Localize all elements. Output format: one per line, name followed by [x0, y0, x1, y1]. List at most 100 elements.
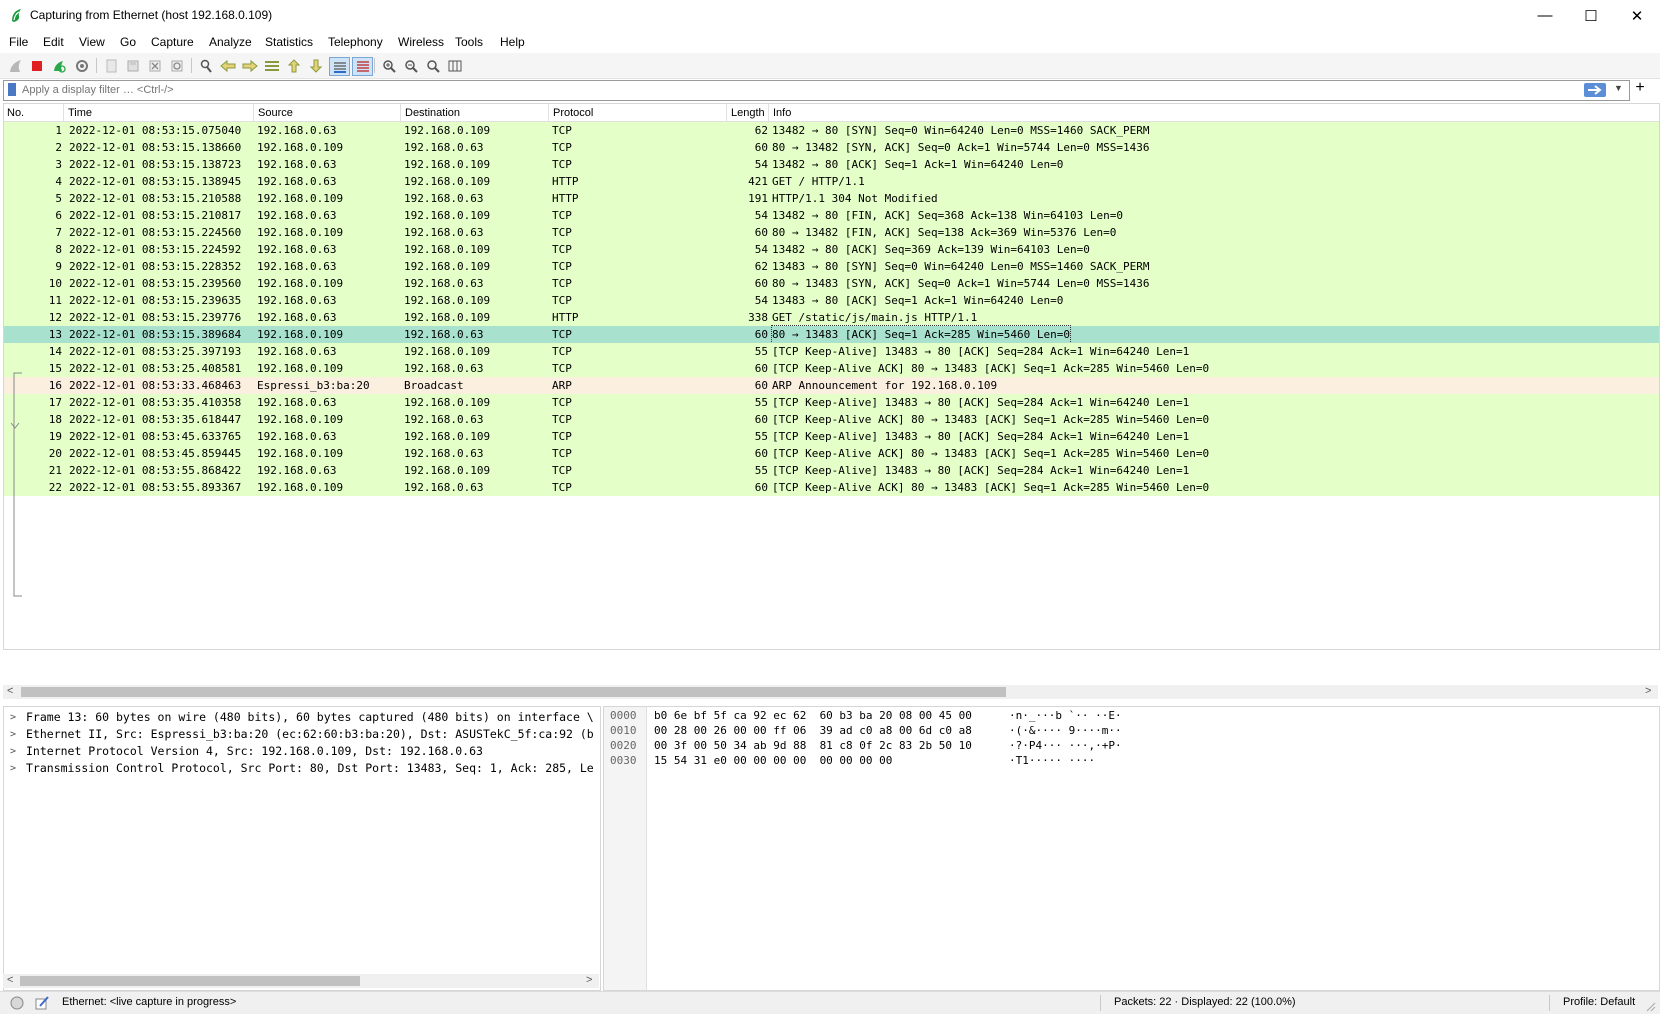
- hex-ascii[interactable]: ·(·&···· 9····m··: [1009, 723, 1122, 738]
- column-divider[interactable]: [726, 104, 727, 121]
- apply-filter-arrow-icon[interactable]: [1584, 83, 1606, 97]
- packet-row[interactable]: 19 2022-12-01 08:53:45.633765 192.168.0.63…: [4, 428, 1659, 445]
- packet-row[interactable]: 7 2022-12-01 08:53:15.224560 192.168.0.109…: [4, 224, 1659, 241]
- zoom-in-icon[interactable]: [380, 57, 397, 74]
- go-to-packet-icon[interactable]: [263, 57, 280, 74]
- open-file-icon[interactable]: [102, 57, 119, 74]
- menu-edit[interactable]: Edit: [43, 35, 64, 49]
- profile-text[interactable]: Profile: Default: [1563, 996, 1635, 1008]
- packet-list-scroll-thumb[interactable]: [21, 687, 1006, 697]
- last-packet-icon[interactable]: [307, 57, 324, 74]
- display-filter-input[interactable]: [22, 82, 1582, 98]
- packet-row[interactable]: 2 2022-12-01 08:53:15.138660 192.168.0.109…: [4, 139, 1659, 156]
- packet-row[interactable]: 20 2022-12-01 08:53:45.859445 192.168.0.10…: [4, 445, 1659, 462]
- col-header-no[interactable]: No.: [7, 107, 24, 119]
- restart-icon[interactable]: [50, 57, 67, 74]
- packet-row[interactable]: 15 2022-12-01 08:53:25.408581 192.168.0.10…: [4, 360, 1659, 377]
- expand-chevron-icon[interactable]: >: [10, 726, 16, 743]
- expand-chevron-icon[interactable]: >: [10, 743, 16, 760]
- packet-row[interactable]: 16 2022-12-01 08:53:33.468463 Espressi_b3:…: [4, 377, 1659, 394]
- packet-row[interactable]: 6 2022-12-01 08:53:15.210817 192.168.0.63 1…: [4, 207, 1659, 224]
- packet-list-hscrollbar[interactable]: < >: [3, 685, 1658, 699]
- packet-row[interactable]: 14 2022-12-01 08:53:25.397193 192.168.0.63…: [4, 343, 1659, 360]
- detail-tcp[interactable]: > Transmission Control Protocol, Src Por…: [4, 760, 600, 777]
- details-hscrollbar[interactable]: < >: [3, 974, 599, 988]
- packet-row[interactable]: 1 2022-12-01 08:53:15.075040 192.168.0.63 1…: [4, 122, 1659, 139]
- reload-icon[interactable]: [168, 57, 185, 74]
- resize-grip-icon[interactable]: [1644, 1000, 1656, 1012]
- col-header-info[interactable]: Info: [773, 107, 791, 119]
- capture-comment-icon[interactable]: [34, 995, 50, 1011]
- go-back-icon[interactable]: [219, 57, 236, 74]
- menu-capture[interactable]: Capture: [151, 35, 194, 49]
- col-header-destination[interactable]: Destination: [405, 107, 460, 119]
- maximize-button[interactable]: ☐: [1568, 0, 1614, 31]
- packet-row[interactable]: 10 2022-12-01 08:53:15.239560 192.168.0.10…: [4, 275, 1659, 292]
- menu-view[interactable]: View: [79, 35, 105, 49]
- detail-ipv4[interactable]: > Internet Protocol Version 4, Src: 192.…: [4, 743, 600, 760]
- save-file-icon[interactable]: [124, 57, 141, 74]
- filter-history-dropdown-icon[interactable]: ▼: [1614, 83, 1623, 93]
- hex-bytes[interactable]: 00 28 00 26 00 00 ff 06 39 ad c0 a8 00 6…: [654, 723, 972, 738]
- resize-columns-icon[interactable]: [446, 57, 463, 74]
- packet-row[interactable]: 17 2022-12-01 08:53:35.410358 192.168.0.63…: [4, 394, 1659, 411]
- options-gear-icon[interactable]: [73, 57, 90, 74]
- details-scroll-thumb[interactable]: [20, 976, 360, 986]
- expert-info-icon[interactable]: [10, 996, 24, 1010]
- find-icon[interactable]: [197, 57, 214, 74]
- expand-chevron-icon[interactable]: >: [10, 709, 16, 726]
- minimize-button[interactable]: —: [1522, 0, 1568, 31]
- hex-bytes[interactable]: b0 6e bf 5f ca 92 ec 62 60 b3 ba 20 08 0…: [654, 708, 972, 723]
- menu-wireless[interactable]: Wireless: [398, 35, 444, 49]
- menu-analyze[interactable]: Analyze: [209, 35, 252, 49]
- packet-row[interactable]: 21 2022-12-01 08:53:55.868422 192.168.0.63…: [4, 462, 1659, 479]
- menu-file[interactable]: File: [9, 35, 28, 49]
- hex-bytes[interactable]: 00 3f 00 50 34 ab 9d 88 81 c8 0f 2c 83 2…: [654, 738, 972, 753]
- packet-row[interactable]: 12 2022-12-01 08:53:15.239776 192.168.0.63…: [4, 309, 1659, 326]
- scroll-left-arrow-icon[interactable]: <: [7, 685, 13, 697]
- menu-statistics[interactable]: Statistics: [265, 35, 313, 49]
- packet-row[interactable]: 3 2022-12-01 08:53:15.138723 192.168.0.63 1…: [4, 156, 1659, 173]
- hex-ascii[interactable]: ·?·P4··· ···,·+P·: [1009, 738, 1122, 753]
- packet-row[interactable]: 9 2022-12-01 08:53:15.228352 192.168.0.63 1…: [4, 258, 1659, 275]
- col-header-time[interactable]: Time: [68, 107, 92, 119]
- normal-size-icon[interactable]: [424, 57, 441, 74]
- packet-row[interactable]: 18 2022-12-01 08:53:35.618447 192.168.0.10…: [4, 411, 1659, 428]
- detail-frame[interactable]: > Frame 13: 60 bytes on wire (480 bits),…: [4, 709, 600, 726]
- autoscroll-icon[interactable]: [329, 57, 350, 76]
- packet-row[interactable]: 11 2022-12-01 08:53:15.239635 192.168.0.63…: [4, 292, 1659, 309]
- menu-help[interactable]: Help: [500, 35, 525, 49]
- detail-ethernet[interactable]: > Ethernet II, Src: Espressi_b3:ba:20 (e…: [4, 726, 600, 743]
- shark-fin-icon[interactable]: [7, 57, 24, 74]
- packet-row[interactable]: 8 2022-12-01 08:53:15.224592 192.168.0.63 1…: [4, 241, 1659, 258]
- column-divider[interactable]: [63, 104, 64, 121]
- column-divider[interactable]: [253, 104, 254, 121]
- menu-go[interactable]: Go: [120, 35, 136, 49]
- column-divider[interactable]: [400, 104, 401, 121]
- column-divider[interactable]: [548, 104, 549, 121]
- close-file-icon[interactable]: [146, 57, 163, 74]
- packet-row[interactable]: 5 2022-12-01 08:53:15.210588 192.168.0.109…: [4, 190, 1659, 207]
- scroll-left-arrow-icon[interactable]: <: [7, 974, 13, 986]
- packet-row[interactable]: 4 2022-12-01 08:53:15.138945 192.168.0.63 1…: [4, 173, 1659, 190]
- packet-row[interactable]: 13 2022-12-01 08:53:15.389684 192.168.0.10…: [4, 325, 1659, 344]
- colorize-icon[interactable]: [352, 57, 373, 76]
- col-header-length[interactable]: Length: [731, 107, 765, 119]
- first-packet-icon[interactable]: [285, 57, 302, 74]
- expand-chevron-icon[interactable]: >: [10, 760, 16, 777]
- hex-ascii[interactable]: ·T1····· ····: [1009, 753, 1095, 768]
- go-forward-icon[interactable]: [241, 57, 258, 74]
- bookmark-icon[interactable]: [8, 83, 16, 96]
- menu-tools[interactable]: Tools: [455, 35, 483, 49]
- col-header-protocol[interactable]: Protocol: [553, 107, 593, 119]
- column-divider[interactable]: [768, 104, 769, 121]
- packet-row[interactable]: 22 2022-12-01 08:53:55.893367 192.168.0.10…: [4, 479, 1659, 496]
- scroll-right-arrow-icon[interactable]: >: [1645, 685, 1651, 697]
- close-window-button[interactable]: ✕: [1614, 0, 1660, 31]
- add-filter-button-icon[interactable]: +: [1630, 79, 1650, 99]
- menu-telephony[interactable]: Telephony: [328, 35, 383, 49]
- hex-bytes[interactable]: 15 54 31 e0 00 00 00 00 00 00 00 00: [654, 753, 892, 768]
- zoom-out-icon[interactable]: [402, 57, 419, 74]
- stop-icon[interactable]: [28, 57, 45, 74]
- scroll-right-arrow-icon[interactable]: >: [586, 974, 592, 986]
